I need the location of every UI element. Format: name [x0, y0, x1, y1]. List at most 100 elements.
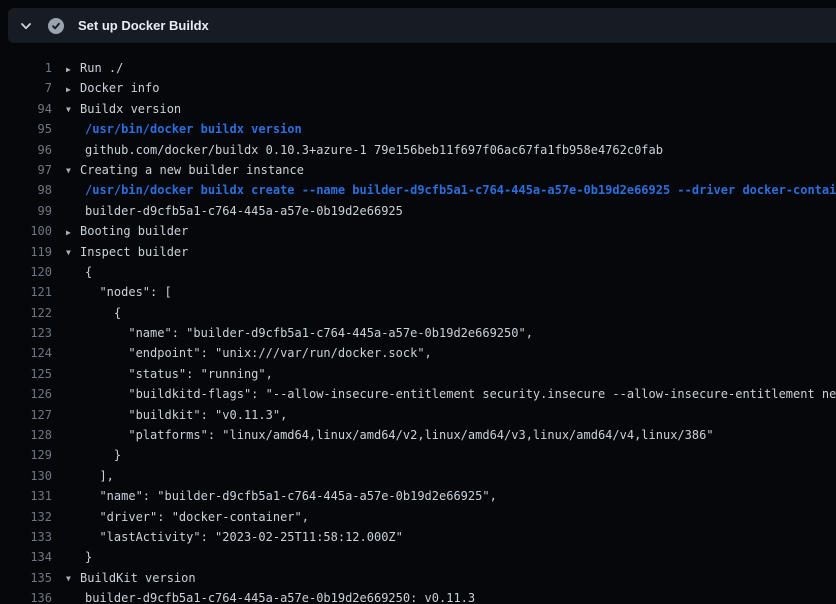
log-group-row[interactable]: 7 ▶Docker info: [0, 78, 836, 98]
line-number[interactable]: 96: [0, 140, 52, 160]
output-text: "status": "running",: [66, 367, 273, 381]
log-line: 128 "platforms": "linux/amd64,linux/amd6…: [0, 425, 836, 445]
command-text: /usr/bin/docker buildx create --name bui…: [66, 183, 836, 197]
line-content: "nodes": [: [66, 282, 836, 302]
group-title: Booting builder: [80, 224, 188, 238]
output-text: "buildkit": "v0.11.3",: [66, 408, 287, 422]
line-content: /usr/bin/docker buildx version: [66, 119, 836, 139]
output-text: "name": "builder-d9cfb5a1-c764-445a-a57e…: [66, 326, 533, 340]
line-number[interactable]: 131: [0, 486, 52, 506]
line-number[interactable]: 128: [0, 425, 52, 445]
line-number[interactable]: 134: [0, 547, 52, 567]
log-line: 126 "buildkitd-flags": "--allow-insecure…: [0, 384, 836, 404]
line-content[interactable]: ▼Inspect builder: [66, 242, 836, 262]
line-content[interactable]: ▼Buildx version: [66, 99, 836, 119]
output-text: "lastActivity": "2023-02-25T11:58:12.000…: [66, 530, 403, 544]
line-number[interactable]: 124: [0, 343, 52, 363]
log-line: 136 builder-d9cfb5a1-c764-445a-a57e-0b19d…: [0, 588, 836, 604]
log-line: 96github.com/docker/buildx 0.10.3+azure-…: [0, 140, 836, 160]
triangle-expanded-icon[interactable]: ▼: [66, 161, 80, 180]
line-number[interactable]: 120: [0, 262, 52, 282]
output-text: {: [66, 265, 92, 279]
line-number[interactable]: 122: [0, 303, 52, 323]
log-group-row[interactable]: 135 ▼BuildKit version: [0, 568, 836, 588]
line-content: builder-d9cfb5a1-c764-445a-a57e-0b19d2e6…: [66, 588, 836, 604]
line-number[interactable]: 133: [0, 527, 52, 547]
line-number[interactable]: 99: [0, 201, 52, 221]
log-viewer: 1▶Run ./7▶Docker info94▼Buildx version95…: [0, 43, 836, 604]
triangle-collapsed-icon[interactable]: ▶: [66, 223, 80, 242]
group-title: Creating a new builder instance: [80, 163, 304, 177]
log-line: 122 {: [0, 303, 836, 323]
line-number[interactable]: 94: [0, 99, 52, 119]
command-text: /usr/bin/docker buildx version: [66, 122, 302, 136]
line-number[interactable]: 97: [0, 160, 52, 180]
log-group-row[interactable]: 94 ▼Buildx version: [0, 99, 836, 119]
output-text: "endpoint": "unix:///var/run/docker.sock…: [66, 346, 432, 360]
line-number[interactable]: 95: [0, 119, 52, 139]
output-text: ],: [66, 469, 114, 483]
output-text: {: [66, 306, 121, 320]
triangle-expanded-icon[interactable]: ▼: [66, 100, 80, 119]
chevron-down-icon[interactable]: [19, 19, 33, 33]
output-text: }: [66, 550, 92, 564]
log-line: 134}: [0, 547, 836, 567]
group-title: BuildKit version: [80, 571, 196, 585]
log-line: 121 "nodes": [: [0, 282, 836, 302]
line-content: "name": "builder-d9cfb5a1-c764-445a-a57e…: [66, 486, 836, 506]
line-number[interactable]: 123: [0, 323, 52, 343]
line-content: "lastActivity": "2023-02-25T11:58:12.000…: [66, 527, 836, 547]
line-number[interactable]: 100: [0, 221, 52, 241]
line-content: ],: [66, 466, 836, 486]
group-title: Run ./: [80, 61, 123, 75]
log-group-row[interactable]: 119 ▼Inspect builder: [0, 242, 836, 262]
line-number[interactable]: 7: [0, 78, 52, 98]
line-content: {: [66, 262, 836, 282]
output-text: "driver": "docker-container",: [66, 510, 309, 524]
line-content[interactable]: ▶Docker info: [66, 78, 836, 98]
log-line: 95/usr/bin/docker buildx version: [0, 119, 836, 139]
log-group-row[interactable]: 1 ▶Run ./: [0, 58, 836, 78]
line-content: "status": "running",: [66, 364, 836, 384]
line-number[interactable]: 121: [0, 282, 52, 302]
line-content: }: [66, 547, 836, 567]
line-number[interactable]: 135: [0, 568, 52, 588]
line-content: /usr/bin/docker buildx create --name bui…: [66, 180, 836, 200]
log-line: 120 {: [0, 262, 836, 282]
line-number[interactable]: 129: [0, 445, 52, 465]
line-number[interactable]: 1: [0, 58, 52, 78]
triangle-collapsed-icon[interactable]: ▶: [66, 80, 80, 99]
output-text: "platforms": "linux/amd64,linux/amd64/v2…: [66, 428, 714, 442]
output-text: }: [66, 448, 121, 462]
triangle-expanded-icon[interactable]: ▼: [66, 243, 80, 262]
line-number[interactable]: 119: [0, 242, 52, 262]
log-group-row[interactable]: 100 ▶Booting builder: [0, 221, 836, 241]
log-line: 132 "driver": "docker-container",: [0, 507, 836, 527]
line-content[interactable]: ▼BuildKit version: [66, 568, 836, 588]
line-number[interactable]: 136: [0, 588, 52, 604]
triangle-expanded-icon[interactable]: ▼: [66, 569, 80, 588]
log-line: 127 "buildkit": "v0.11.3",: [0, 405, 836, 425]
line-number[interactable]: 125: [0, 364, 52, 384]
step-header[interactable]: Set up Docker Buildx: [8, 8, 836, 43]
line-content[interactable]: ▼Creating a new builder instance: [66, 160, 836, 180]
line-number[interactable]: 132: [0, 507, 52, 527]
log-line: 98/usr/bin/docker buildx create --name b…: [0, 180, 836, 200]
line-number[interactable]: 130: [0, 466, 52, 486]
group-title: Buildx version: [80, 102, 181, 116]
line-content: {: [66, 303, 836, 323]
line-content: "platforms": "linux/amd64,linux/amd64/v2…: [66, 425, 836, 445]
line-content[interactable]: ▶Run ./: [66, 58, 836, 78]
log-line: 133 "lastActivity": "2023-02-25T11:58:12…: [0, 527, 836, 547]
log-line: 129 }: [0, 445, 836, 465]
output-text: builder-d9cfb5a1-c764-445a-a57e-0b19d2e6…: [66, 591, 475, 604]
log-line: 131 "name": "builder-d9cfb5a1-c764-445a-…: [0, 486, 836, 506]
line-number[interactable]: 127: [0, 405, 52, 425]
line-content[interactable]: ▶Booting builder: [66, 221, 836, 241]
line-number[interactable]: 126: [0, 384, 52, 404]
log-group-row[interactable]: 97 ▼Creating a new builder instance: [0, 160, 836, 180]
triangle-collapsed-icon[interactable]: ▶: [66, 60, 80, 79]
line-number[interactable]: 98: [0, 180, 52, 200]
output-text: "nodes": [: [66, 285, 172, 299]
line-content: "endpoint": "unix:///var/run/docker.sock…: [66, 343, 836, 363]
